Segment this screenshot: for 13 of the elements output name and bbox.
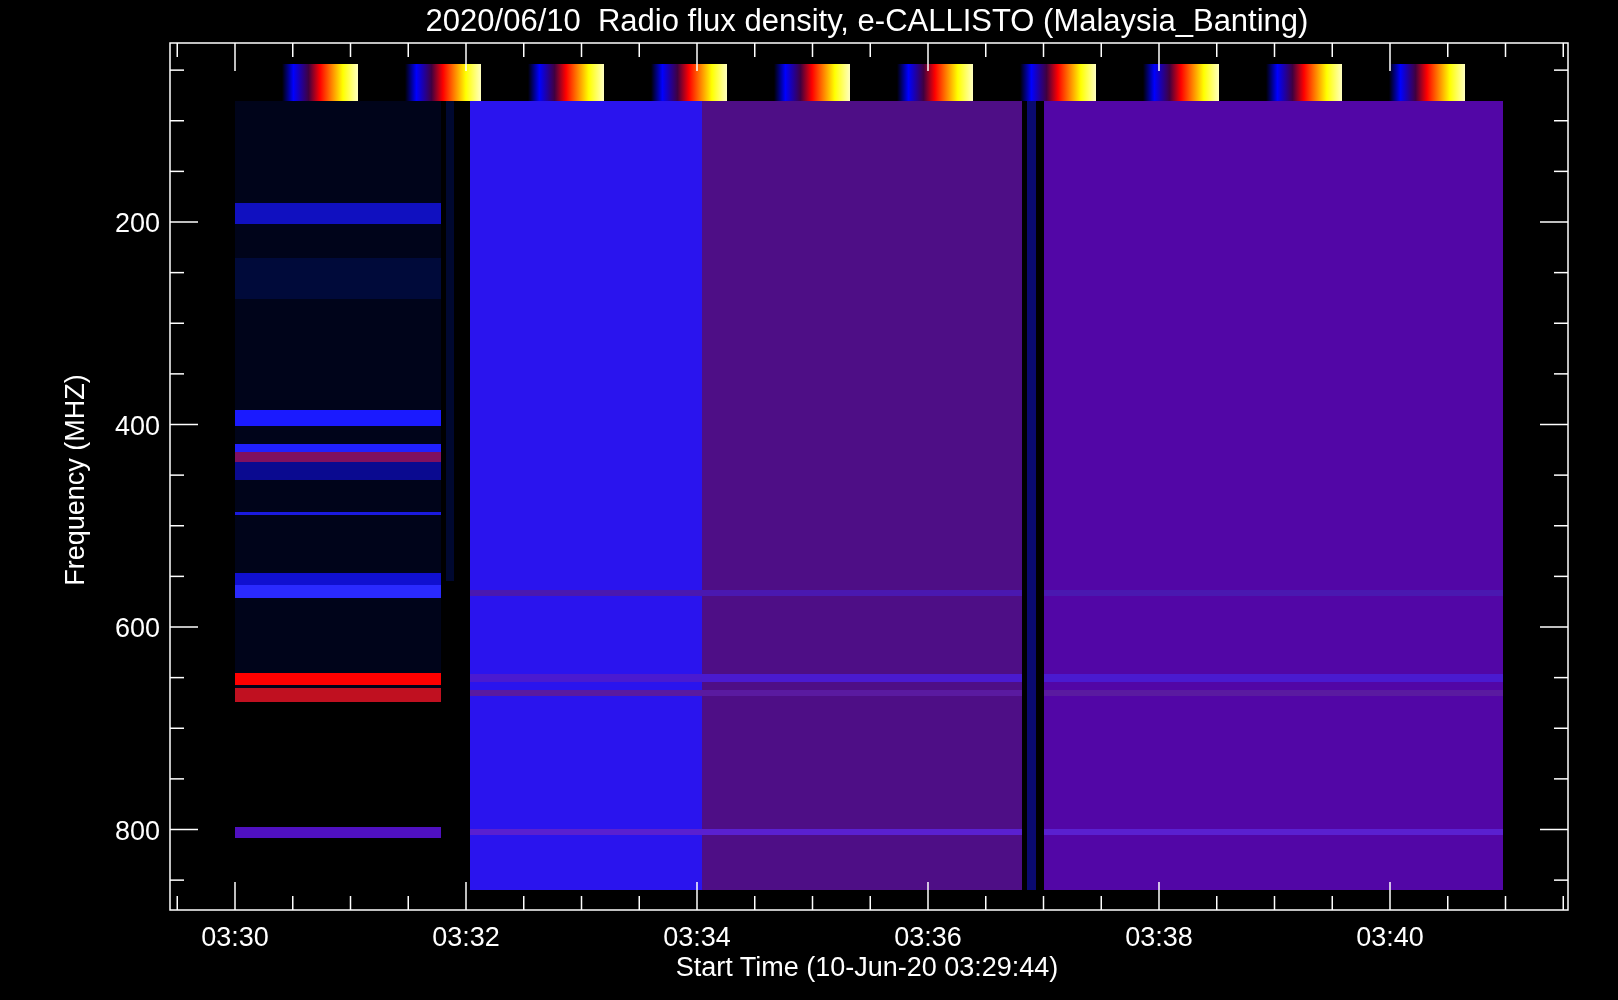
tick-label: 600 [114,613,160,643]
tick-label: 800 [114,815,160,846]
axis-title: Start Time (10-Jun-20 03:29:44) [675,952,1059,982]
tick-label: 03:38 [1125,922,1193,952]
tick-label: 200 [114,208,160,238]
tick-label: 03:30 [201,922,269,952]
chart-title: 2020/06/10 Radio flux density, e-CALLISTO (Malaysia_Banting) [425,3,1309,38]
tick-label: 03:34 [663,922,731,952]
axis-title: Frequency (MHZ) [60,374,90,586]
tick-label: 400 [114,410,160,441]
tick-label: 03:40 [1356,922,1424,952]
tick-label: 03:36 [894,922,962,952]
tick-label: 03:32 [432,922,500,952]
